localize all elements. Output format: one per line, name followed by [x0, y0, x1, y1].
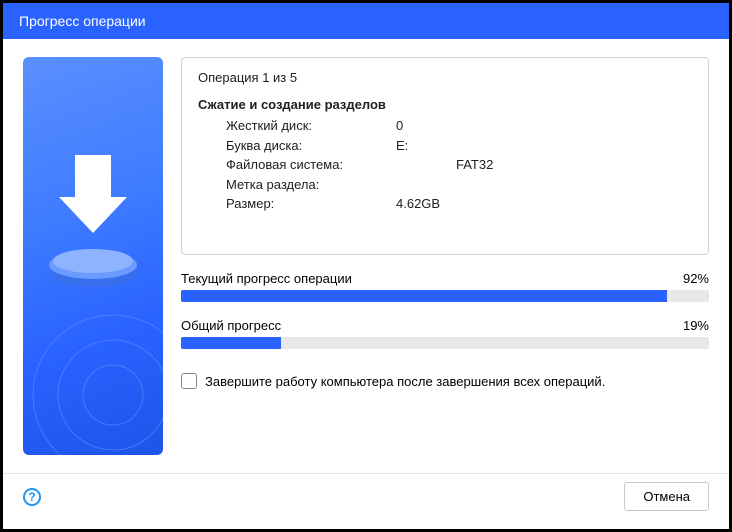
operation-title: Сжатие и создание разделов [198, 97, 692, 112]
shutdown-checkbox-label: Завершите работу компьютера после заверш… [205, 374, 605, 389]
detail-filesystem: Файловая система: FAT32 [226, 155, 692, 175]
detail-size: Размер: 4.62GB [226, 194, 692, 214]
current-progress-percent: 92% [683, 271, 709, 286]
current-progress-section: Текущий прогресс операции 92% [181, 271, 709, 302]
drive-letter-label: Буква диска: [226, 136, 396, 156]
current-progress-fill [181, 290, 667, 302]
overall-progress-section: Общий прогресс 19% [181, 318, 709, 349]
shutdown-checkbox-row[interactable]: Завершите работу компьютера после заверш… [181, 373, 709, 389]
window-title-bar: Прогресс операции [3, 3, 729, 39]
side-graphic-panel [23, 57, 163, 455]
filesystem-label: Файловая система: [226, 155, 396, 175]
decorative-circles [23, 305, 163, 455]
window-title: Прогресс операции [19, 13, 146, 29]
overall-progress-fill [181, 337, 281, 349]
detail-hard-disk: Жесткий диск: 0 [226, 116, 692, 136]
current-progress-bar [181, 290, 709, 302]
download-disk-icon [23, 115, 163, 315]
overall-progress-percent: 19% [683, 318, 709, 333]
shutdown-checkbox[interactable] [181, 373, 197, 389]
overall-progress-bar [181, 337, 709, 349]
filesystem-value: FAT32 [456, 155, 493, 175]
hard-disk-label: Жесткий диск: [226, 116, 396, 136]
operation-info-box: Операция 1 из 5 Сжатие и создание раздел… [181, 57, 709, 255]
current-progress-label: Текущий прогресс операции [181, 271, 352, 286]
hard-disk-value: 0 [396, 116, 403, 136]
partition-label-label: Метка раздела: [226, 175, 396, 195]
size-label: Размер: [226, 194, 396, 214]
help-glyph: ? [28, 490, 35, 504]
overall-progress-label: Общий прогресс [181, 318, 281, 333]
help-icon[interactable]: ? [23, 488, 41, 506]
cancel-button[interactable]: Отмена [624, 482, 709, 511]
operation-details: Жесткий диск: 0 Буква диска: E: Файловая… [198, 116, 692, 214]
operation-count: Операция 1 из 5 [198, 70, 692, 85]
drive-letter-value: E: [396, 136, 408, 156]
size-value: 4.62GB [396, 194, 440, 214]
detail-partition-label: Метка раздела: [226, 175, 692, 195]
main-panel: Операция 1 из 5 Сжатие и создание раздел… [181, 57, 709, 455]
footer-bar: ? Отмена [3, 473, 729, 511]
detail-drive-letter: Буква диска: E: [226, 136, 692, 156]
content-area: Операция 1 из 5 Сжатие и создание раздел… [3, 39, 729, 467]
